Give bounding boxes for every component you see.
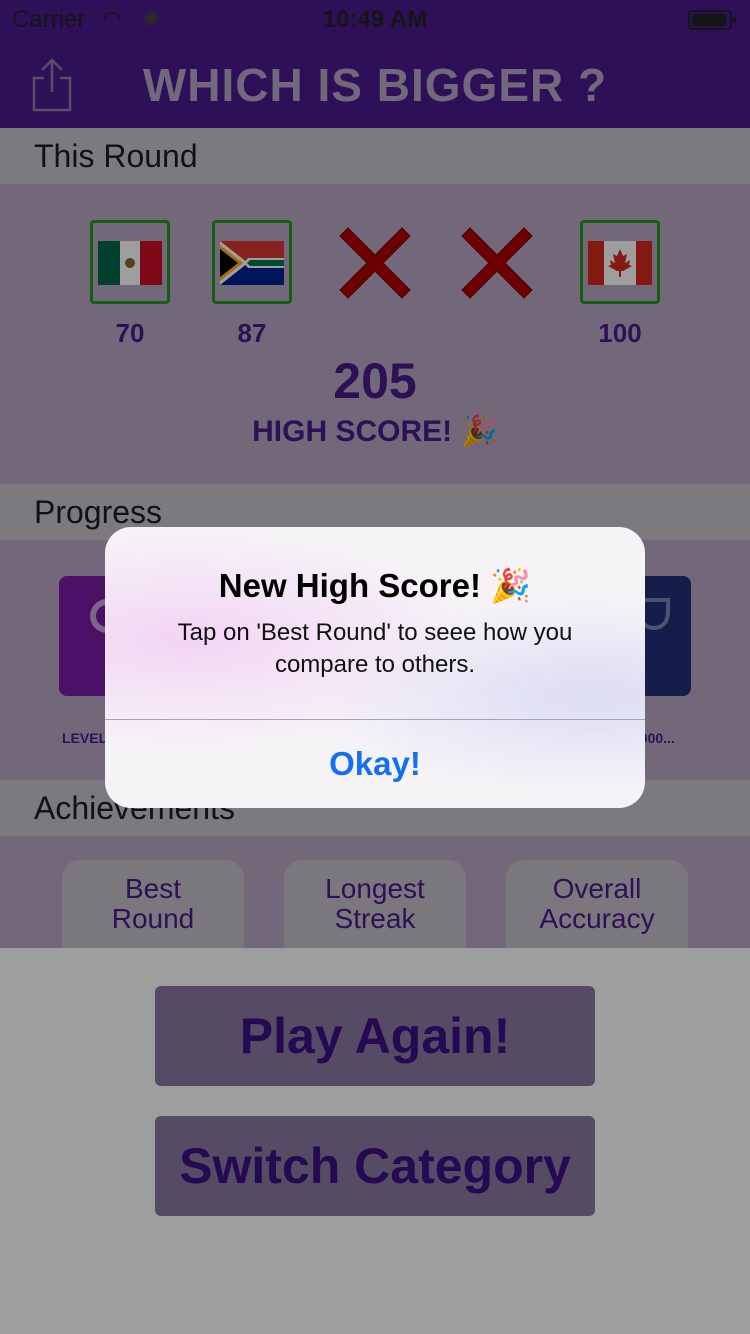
high-score-alert: New High Score! 🎉 Tap on 'Best Round' to…: [105, 527, 645, 808]
alert-message: Tap on 'Best Round' to seee how you comp…: [177, 619, 573, 678]
alert-title: New High Score! 🎉: [218, 567, 532, 604]
okay-button[interactable]: Okay!: [105, 720, 645, 808]
